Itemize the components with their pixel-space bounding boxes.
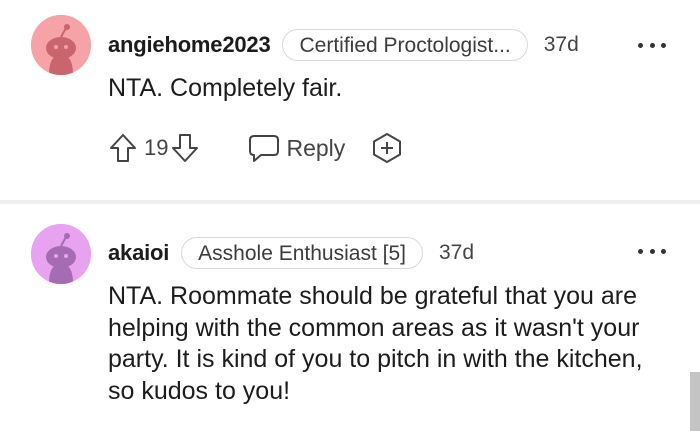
award-plus-icon — [373, 133, 402, 163]
more-dots-icon[interactable] — [638, 40, 666, 50]
vote-count: 19 — [144, 135, 169, 160]
scrollbar[interactable] — [690, 372, 700, 431]
award-button[interactable] — [371, 132, 403, 164]
comment: akaioi Asshole Enthusiast [5] 37d NTA. R… — [0, 204, 700, 431]
snoo-avatar-icon — [31, 15, 91, 75]
comment-age: 37d — [438, 241, 475, 264]
reply-label: Reply — [286, 134, 346, 161]
arrow-up-icon[interactable] — [108, 132, 138, 164]
comment-text: NTA. Completely fair. — [108, 74, 343, 102]
comment-meta: akaioi Asshole Enthusiast [5] 37d — [108, 236, 474, 270]
avatar[interactable] — [31, 15, 91, 75]
speech-bubble-icon — [249, 135, 280, 162]
comment-text: NTA. Roommate should be grateful that yo… — [108, 282, 643, 405]
arrow-down-icon[interactable] — [170, 132, 200, 164]
comment-actions: 19 Reply — [108, 130, 403, 166]
username[interactable]: akaioi — [108, 240, 169, 266]
user-flair: Certified Proctologist... — [282, 29, 528, 61]
comment-age: 37d — [543, 33, 579, 56]
user-flair: Asshole Enthusiast [5] — [181, 237, 423, 269]
reply-button[interactable]: Reply — [248, 133, 345, 163]
comment-meta: angiehome2023 Certified Proctologist... … — [108, 28, 579, 62]
username[interactable]: angiehome2023 — [108, 32, 271, 58]
snoo-avatar-icon — [31, 224, 91, 284]
comment: angiehome2023 Certified Proctologist... … — [0, 0, 700, 200]
avatar[interactable] — [31, 224, 91, 284]
more-dots-icon[interactable] — [638, 246, 666, 256]
